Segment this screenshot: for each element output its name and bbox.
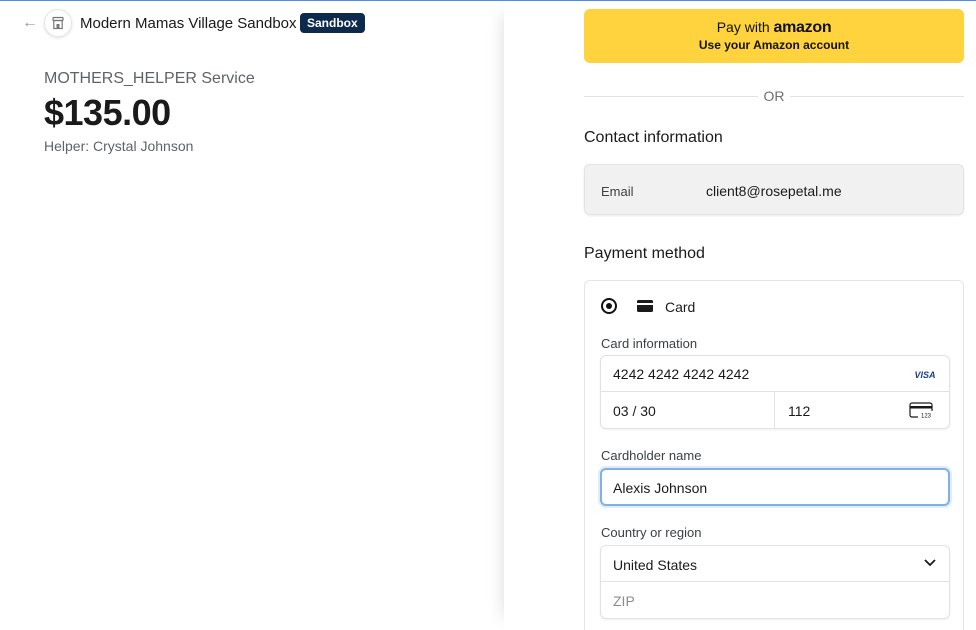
cvc-card-icon: 123	[909, 402, 934, 420]
email-field[interactable]: Email client8@rosepetal.me	[584, 164, 964, 215]
payment-method-heading: Payment method	[584, 245, 705, 262]
visa-icon: VISA	[914, 370, 936, 380]
or-divider: OR	[584, 88, 964, 104]
chevron-down-icon	[924, 559, 936, 567]
card-number-field[interactable]: 4242 4242 4242 4242 VISA	[601, 356, 949, 392]
amazon-pay-prefix: Pay with	[716, 19, 774, 35]
cvc-value: 112	[788, 403, 811, 419]
card-info-group: 4242 4242 4242 4242 VISA 03 / 30 112 123	[600, 355, 950, 429]
service-name: MOTHERS_HELPER Service	[44, 70, 255, 87]
zip-field[interactable]: ZIP	[601, 582, 949, 619]
expiry-field[interactable]: 03 / 30	[601, 392, 775, 429]
price-amount: $135.00	[44, 92, 171, 133]
cvc-field[interactable]: 112 123	[775, 392, 949, 429]
zip-placeholder: ZIP	[613, 593, 635, 609]
divider-line-left	[584, 96, 758, 97]
country-label: Country or region	[601, 525, 702, 540]
cardholder-name-input[interactable]: Alexis Johnson	[600, 468, 950, 506]
store-icon	[52, 16, 64, 30]
helper-name: Helper: Crystal Johnson	[44, 138, 194, 154]
email-label: Email	[601, 184, 634, 199]
country-select[interactable]: United States	[601, 546, 949, 582]
credit-card-icon	[637, 300, 653, 312]
cardholder-label: Cardholder name	[601, 448, 702, 463]
card-number-value: 4242 4242 4242 4242	[613, 366, 750, 382]
email-value: client8@rosepetal.me	[706, 183, 842, 199]
country-value: United States	[613, 557, 698, 573]
amazon-pay-subtitle: Use your Amazon account	[698, 38, 850, 52]
merchant-name: Modern Mamas Village Sandbox	[80, 15, 297, 32]
amazon-pay-button[interactable]: Pay with amazon Use your Amazon account	[584, 9, 964, 63]
back-arrow-icon[interactable]: ←	[22, 14, 38, 32]
cardholder-name-value: Alexis Johnson	[613, 480, 708, 496]
expiry-value: 03 / 30	[613, 403, 656, 419]
amazon-pay-title: Pay with amazon	[717, 19, 832, 36]
card-info-label: Card information	[601, 336, 698, 351]
radio-selected-dot	[606, 303, 612, 309]
or-text: OR	[763, 88, 785, 104]
divider-line-right	[790, 96, 964, 97]
merchant-logo	[44, 9, 72, 37]
contact-heading: Contact information	[584, 129, 723, 146]
svg-text:123: 123	[921, 414, 932, 420]
card-radio[interactable]	[601, 298, 617, 314]
order-summary-panel: ← Modern Mamas Village Sandbox Sandbox M…	[0, 1, 504, 630]
country-zip-group: United States ZIP	[600, 545, 950, 619]
sandbox-badge: Sandbox	[300, 13, 365, 33]
amazon-brand: amazon	[773, 19, 832, 36]
payment-method-box: Card Card information 4242 4242 4242 424…	[584, 280, 964, 630]
card-option-label: Card	[665, 299, 696, 315]
